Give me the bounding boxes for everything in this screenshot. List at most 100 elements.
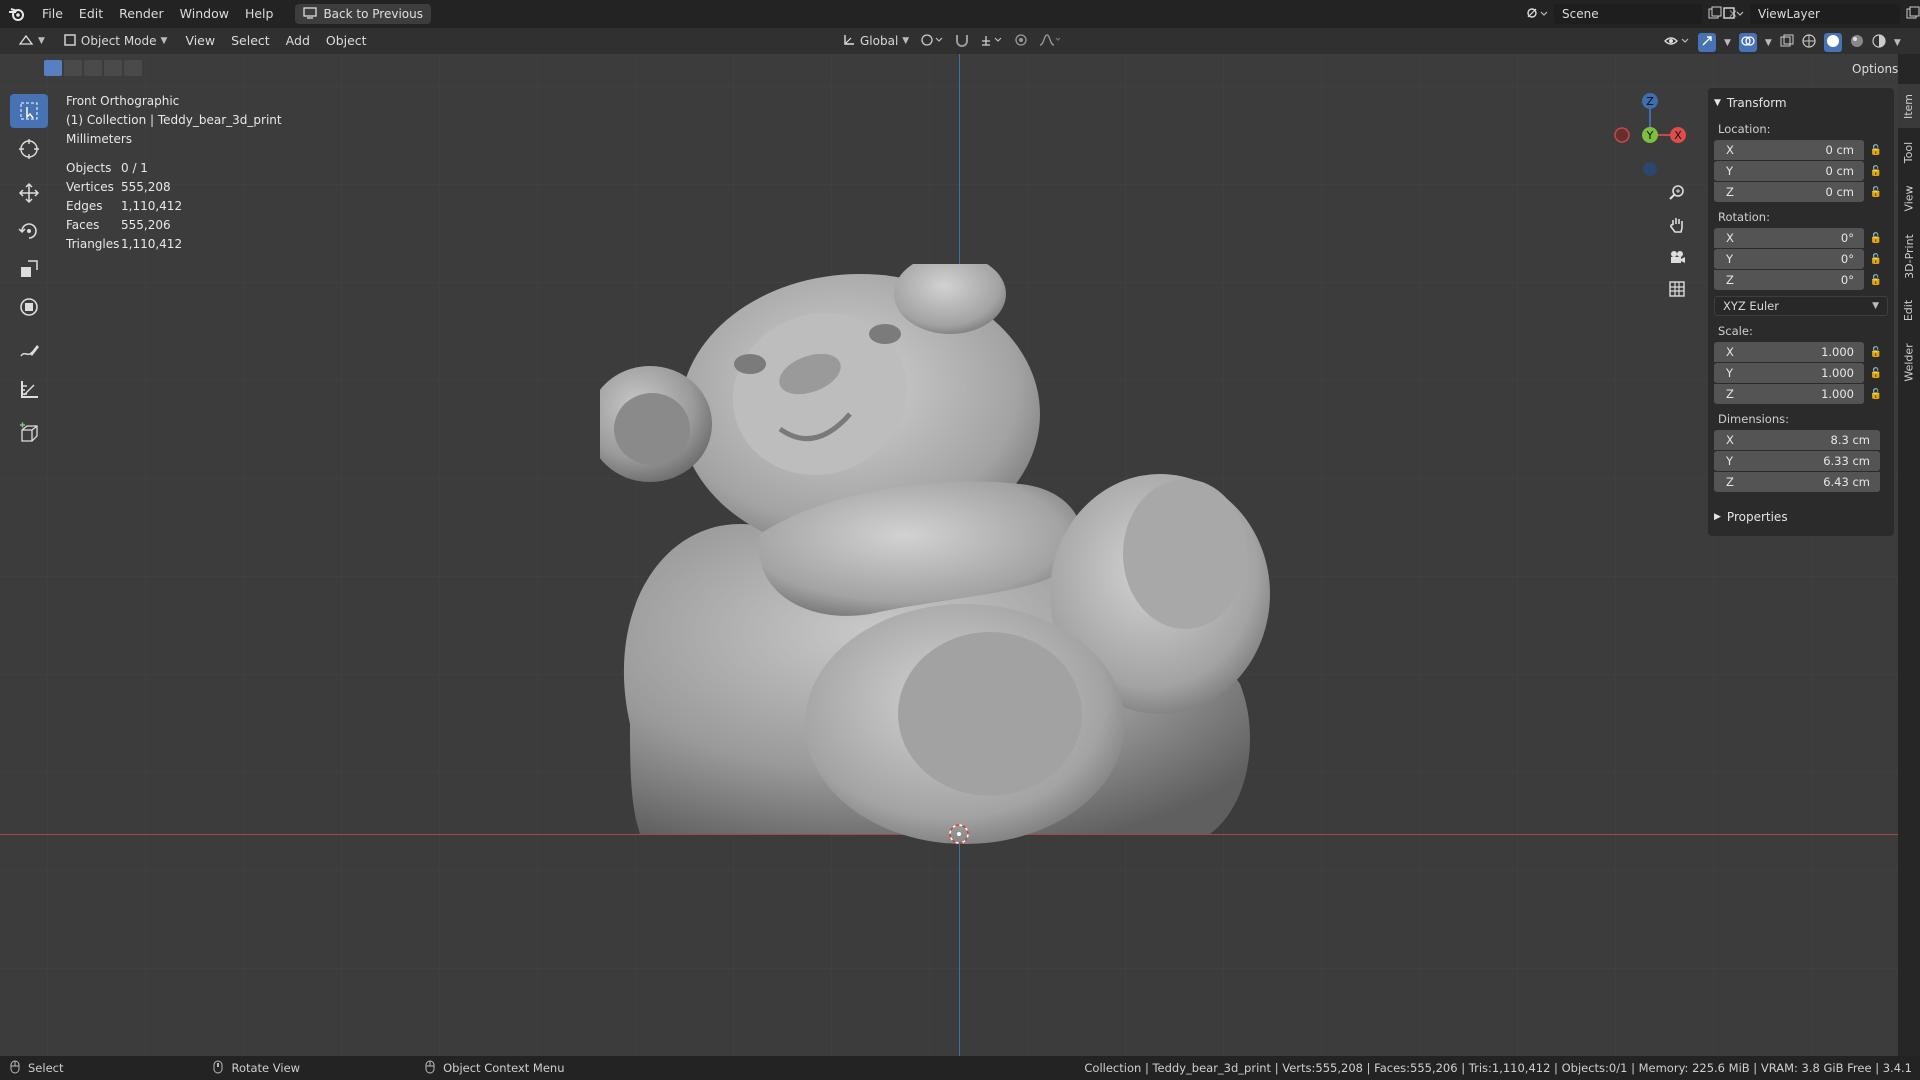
select-subtract-icon[interactable] <box>84 60 102 76</box>
menu-help[interactable]: Help <box>237 0 282 28</box>
editor-type-dropdown[interactable]: ▼ <box>12 31 51 51</box>
pivot-point-icon[interactable] <box>920 33 944 50</box>
transform-tool[interactable] <box>10 290 48 324</box>
location-y-field[interactable]: Y 0 cm <box>1714 161 1864 181</box>
menu-render[interactable]: Render <box>111 0 172 28</box>
scene-name-field[interactable]: Scene <box>1554 4 1702 24</box>
overlays-dropdown-icon[interactable]: ▼ <box>1765 38 1772 48</box>
grid-projection-icon <box>1669 281 1685 297</box>
dimensions-z-field[interactable]: Z 6.43 cm <box>1714 472 1880 492</box>
lock-icon[interactable]: 🔓 <box>1864 389 1888 400</box>
mode-dropdown[interactable]: Object Mode ▼ <box>57 31 174 51</box>
annotate-tool[interactable] <box>10 334 48 368</box>
lock-icon[interactable]: 🔓 <box>1864 166 1888 177</box>
scene-icon[interactable] <box>1526 5 1548 24</box>
measure-tool[interactable] <box>10 372 48 406</box>
camera-view-button[interactable] <box>1662 244 1692 270</box>
tab-3d-print[interactable]: 3D-Print <box>1898 224 1920 288</box>
rotation-x-field[interactable]: X 0° <box>1714 228 1864 248</box>
move-tool[interactable] <box>10 176 48 210</box>
header-menu-view[interactable]: View <box>177 28 223 54</box>
gizmo-toggle-icon[interactable] <box>1698 33 1716 52</box>
rotation-z-field[interactable]: Z 0° <box>1714 270 1864 290</box>
gizmo-neg-z-axis[interactable] <box>1643 162 1657 176</box>
tab-welder[interactable]: Welder <box>1898 332 1920 392</box>
overlays-toggle-icon[interactable] <box>1738 33 1757 52</box>
tab-edit[interactable]: Edit <box>1898 290 1920 330</box>
select-extend-icon[interactable] <box>64 60 82 76</box>
snap-magnet-icon[interactable] <box>954 33 970 50</box>
location-x-field[interactable]: X 0 cm <box>1714 140 1864 160</box>
gizmo-dropdown-icon[interactable]: ▼ <box>1724 38 1731 48</box>
shading-solid-icon[interactable] <box>1823 33 1842 52</box>
select-difference-icon[interactable] <box>104 60 122 76</box>
scale-x-field[interactable]: X 1.000 <box>1714 342 1864 362</box>
navigation-gizmo[interactable]: Z X Y <box>1600 88 1700 188</box>
3d-viewport[interactable] <box>0 54 1898 1056</box>
status-bar: Select Rotate View Object Context Menu C… <box>0 1056 1920 1080</box>
new-scene-icon[interactable] <box>1708 6 1722 23</box>
viewlayer-name-field[interactable]: ViewLayer <box>1750 4 1900 24</box>
pan-button[interactable] <box>1662 212 1692 238</box>
transform-header[interactable]: ▼ Transform <box>1714 92 1888 114</box>
lock-icon[interactable]: 🔓 <box>1864 275 1888 286</box>
viewlayer-icon[interactable] <box>1722 5 1744 24</box>
add-cube-tool[interactable] <box>10 416 48 450</box>
scale-tool[interactable] <box>10 252 48 286</box>
scale-z-field[interactable]: Z 1.000 <box>1714 384 1864 404</box>
object-visibility-icon[interactable] <box>1664 34 1690 51</box>
location-z-field[interactable]: Z 0 cm <box>1714 182 1864 202</box>
proportional-editing-icon[interactable] <box>1014 33 1028 50</box>
scale-z-row: Z 1.000 🔓 <box>1714 384 1888 404</box>
select-new-icon[interactable] <box>44 60 62 76</box>
menu-edit[interactable]: Edit <box>71 0 111 28</box>
zoom-button[interactable] <box>1662 180 1692 206</box>
snap-increment-icon[interactable] <box>980 33 1004 50</box>
tab-item[interactable]: Item <box>1898 84 1920 128</box>
shading-wireframe-icon[interactable] <box>1802 34 1816 51</box>
blender-logo-icon[interactable] <box>0 0 34 28</box>
lock-icon[interactable]: 🔓 <box>1864 145 1888 156</box>
lock-icon[interactable]: 🔓 <box>1864 368 1888 379</box>
menu-window[interactable]: Window <box>172 0 237 28</box>
dimensions-x-field[interactable]: X 8.3 cm <box>1714 430 1880 450</box>
transform-orientation-dropdown[interactable]: Global ▼ <box>836 31 915 51</box>
dimensions-y-field[interactable]: Y 6.33 cm <box>1714 451 1880 471</box>
header-menu-object[interactable]: Object <box>318 28 375 54</box>
location-x-row: X 0 cm 🔓 <box>1714 140 1888 160</box>
tab-tool[interactable]: Tool <box>1898 130 1920 174</box>
cursor-tool[interactable] <box>10 132 48 166</box>
shading-dropdown-icon[interactable]: ▼ <box>1894 38 1901 48</box>
new-viewlayer-icon[interactable] <box>1906 6 1920 23</box>
lock-icon[interactable]: 🔓 <box>1864 254 1888 265</box>
stat-label: Faces <box>66 218 100 232</box>
xray-toggle-icon[interactable] <box>1780 34 1794 51</box>
rotate-tool[interactable] <box>10 214 48 248</box>
scale-y-field[interactable]: Y 1.000 <box>1714 363 1864 383</box>
lock-icon[interactable]: 🔓 <box>1864 233 1888 244</box>
location-label: Location: <box>1718 122 1771 136</box>
select-intersect-icon[interactable] <box>124 60 142 76</box>
axis-label: Z <box>1726 273 1734 287</box>
teddy-bear-model[interactable] <box>600 264 1320 844</box>
properties-header[interactable]: ▶ Properties <box>1714 506 1888 528</box>
rotation-y-field[interactable]: Y 0° <box>1714 249 1864 269</box>
gizmo-neg-x-axis[interactable] <box>1614 127 1630 143</box>
tab-view[interactable]: View <box>1898 176 1920 220</box>
select-box-tool[interactable] <box>10 94 48 128</box>
menu-file[interactable]: File <box>34 0 71 28</box>
back-to-previous-button[interactable]: Back to Previous <box>295 4 431 24</box>
status-hint-label: Object Context Menu <box>443 1061 565 1075</box>
falloff-curve-icon[interactable] <box>1038 33 1062 50</box>
rotation-mode-dropdown[interactable]: XYZ Euler ▼ <box>1714 296 1888 316</box>
lock-icon[interactable]: 🔓 <box>1864 187 1888 198</box>
lock-icon[interactable]: 🔓 <box>1864 347 1888 358</box>
shading-rendered-icon[interactable] <box>1872 34 1886 51</box>
shading-material-icon[interactable] <box>1850 34 1864 51</box>
header-menu-add[interactable]: Add <box>278 28 318 54</box>
sidebar-tabs: Item Tool View 3D-Print Edit Welder <box>1898 54 1920 1056</box>
tool-shelf <box>10 94 48 450</box>
toggle-projection-button[interactable] <box>1662 276 1692 302</box>
pan-hand-icon <box>1670 218 1683 233</box>
header-menu-select[interactable]: Select <box>223 28 278 54</box>
